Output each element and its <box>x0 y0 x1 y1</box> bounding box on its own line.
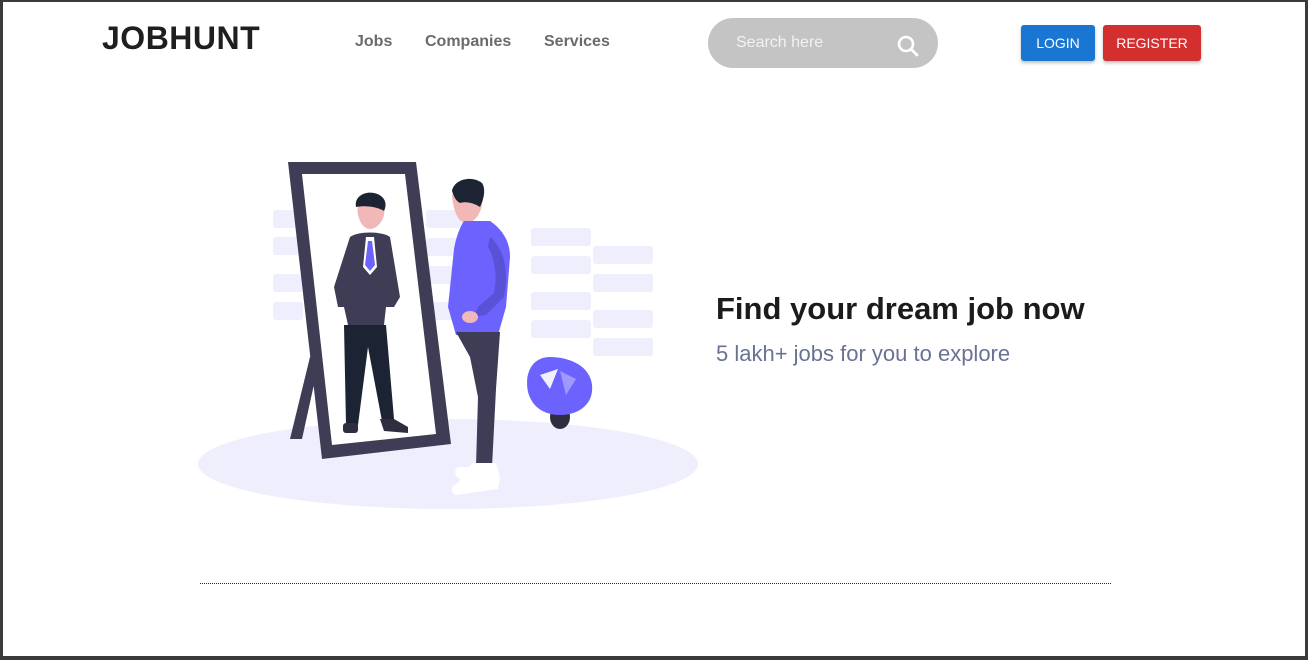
plant <box>527 357 593 429</box>
search-bar <box>708 18 938 68</box>
hero-illustration <box>198 162 698 509</box>
search-icon[interactable] <box>896 34 920 58</box>
login-button[interactable]: LOGIN <box>1021 25 1095 61</box>
brand-logo[interactable]: JOBHUNT <box>102 20 260 57</box>
page-frame: JOBHUNT Jobs Companies Services LOGIN RE… <box>3 2 1305 656</box>
register-button[interactable]: REGISTER <box>1103 25 1201 61</box>
hero-title: Find your dream job now <box>716 291 1085 326</box>
search-input[interactable] <box>736 31 886 55</box>
hero-subtitle: 5 lakh+ jobs for you to explore <box>716 341 1011 366</box>
nav-services[interactable]: Services <box>544 33 610 51</box>
section-divider <box>200 583 1111 584</box>
nav-jobs[interactable]: Jobs <box>355 33 392 51</box>
nav-companies[interactable]: Companies <box>425 33 511 51</box>
